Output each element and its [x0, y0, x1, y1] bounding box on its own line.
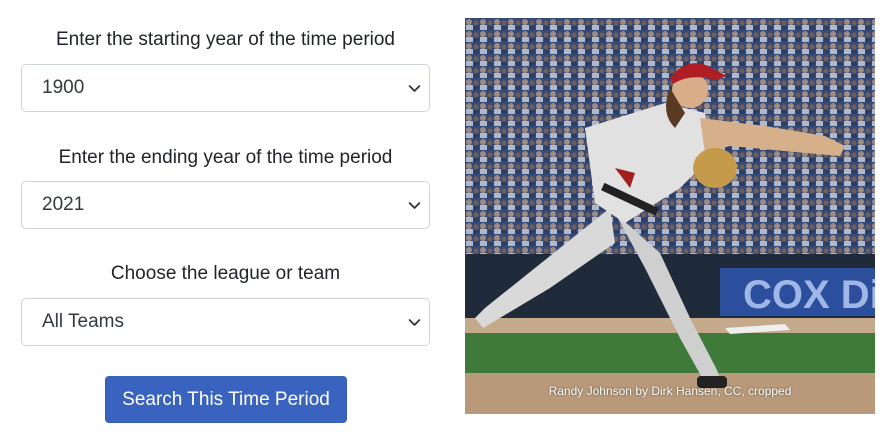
start-year-label: Enter the starting year of the time peri… — [55, 29, 395, 50]
photo-caption: Randy Johnson by Dirk Hansen, CC, croppe… — [548, 384, 792, 398]
pitcher-photo: COX Di Randy Johnson by Dirk Hansen, CC,… — [465, 18, 875, 414]
league-select[interactable]: All Teams — [21, 298, 430, 346]
end-year-value: 2021 — [42, 194, 85, 215]
pitcher-illustration: COX Di — [465, 18, 875, 414]
end-year-select[interactable]: 2021 — [21, 181, 430, 229]
search-button[interactable]: Search This Time Period — [105, 376, 347, 423]
start-year-value: 1900 — [42, 77, 85, 98]
wall-advertisement: COX Di — [743, 273, 875, 317]
chevron-down-icon — [408, 319, 421, 326]
start-year-select[interactable]: 1900 — [21, 64, 430, 112]
end-year-label: Enter the ending year of the time period — [58, 147, 393, 168]
league-value: All Teams — [42, 311, 125, 332]
league-label: Choose the league or team — [110, 263, 341, 284]
chevron-down-icon — [408, 202, 421, 209]
chevron-down-icon — [408, 85, 421, 92]
